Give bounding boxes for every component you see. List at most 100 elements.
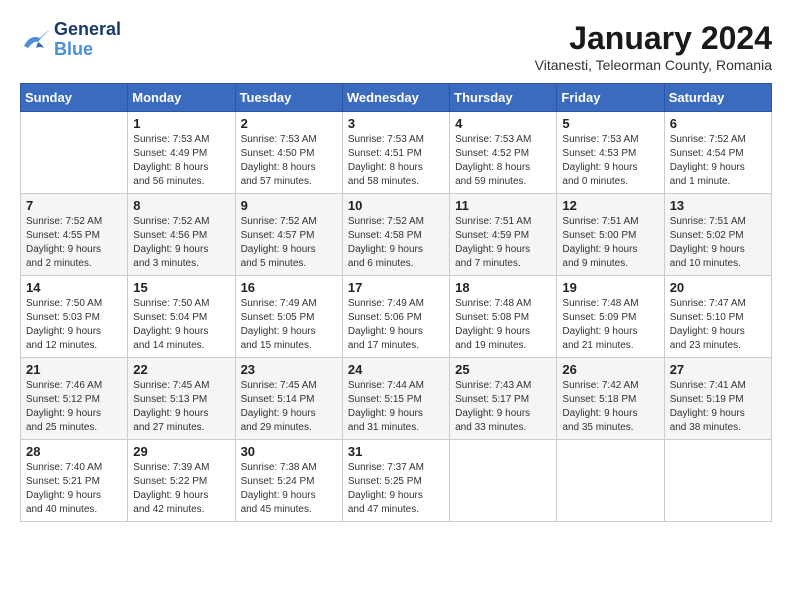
day-info: Sunrise: 7:53 AM Sunset: 4:52 PM Dayligh… — [455, 133, 551, 189]
day-number: 13 — [670, 198, 766, 213]
calendar-header-row: SundayMondayTuesdayWednesdayThursdayFrid… — [21, 84, 772, 112]
day-info: Sunrise: 7:37 AM Sunset: 5:25 PM Dayligh… — [348, 461, 444, 517]
day-info: Sunrise: 7:53 AM Sunset: 4:51 PM Dayligh… — [348, 133, 444, 189]
day-number: 29 — [133, 444, 229, 459]
page-header: GeneralBlue January 2024 Vitanesti, Tele… — [20, 20, 772, 73]
calendar-header-sunday: Sunday — [21, 84, 128, 112]
calendar-day: 14 Sunrise: 7:50 AM Sunset: 5:03 PM Dayli… — [21, 276, 128, 358]
calendar-week-4: 21 Sunrise: 7:46 AM Sunset: 5:12 PM Dayli… — [21, 358, 772, 440]
day-number: 15 — [133, 280, 229, 295]
calendar-day: 10Sunrise: 7:52 AM Sunset: 4:58 PM Dayli… — [342, 194, 449, 276]
calendar-day: 11 Sunrise: 7:51 AM Sunset: 4:59 PM Dayli… — [450, 194, 557, 276]
day-number: 31 — [348, 444, 444, 459]
calendar-day: 8Sunrise: 7:52 AM Sunset: 4:56 PM Daylig… — [128, 194, 235, 276]
day-info: Sunrise: 7:45 AM Sunset: 5:13 PM Dayligh… — [133, 379, 229, 435]
calendar-header-thursday: Thursday — [450, 84, 557, 112]
title-block: January 2024 Vitanesti, Teleorman County… — [535, 20, 772, 73]
calendar-day: 6 Sunrise: 7:52 AM Sunset: 4:54 PM Daylig… — [664, 112, 771, 194]
day-info: Sunrise: 7:50 AM Sunset: 5:03 PM Dayligh… — [26, 297, 122, 353]
calendar-day: 4 Sunrise: 7:53 AM Sunset: 4:52 PM Daylig… — [450, 112, 557, 194]
calendar-day: 13 Sunrise: 7:51 AM Sunset: 5:02 PM Dayli… — [664, 194, 771, 276]
calendar-header-tuesday: Tuesday — [235, 84, 342, 112]
day-info: Sunrise: 7:51 AM Sunset: 5:02 PM Dayligh… — [670, 215, 766, 271]
day-number: 26 — [562, 362, 658, 377]
calendar-week-5: 28Sunrise: 7:40 AM Sunset: 5:21 PM Dayli… — [21, 440, 772, 522]
day-number: 19 — [562, 280, 658, 295]
calendar-day: 28Sunrise: 7:40 AM Sunset: 5:21 PM Dayli… — [21, 440, 128, 522]
calendar-day: 20 Sunrise: 7:47 AM Sunset: 5:10 PM Dayli… — [664, 276, 771, 358]
day-number: 24 — [348, 362, 444, 377]
day-number: 7 — [26, 198, 122, 213]
day-number: 22 — [133, 362, 229, 377]
calendar-day: 21 Sunrise: 7:46 AM Sunset: 5:12 PM Dayli… — [21, 358, 128, 440]
day-number: 16 — [241, 280, 337, 295]
day-info: Sunrise: 7:49 AM Sunset: 5:05 PM Dayligh… — [241, 297, 337, 353]
calendar-header-friday: Friday — [557, 84, 664, 112]
day-info: Sunrise: 7:47 AM Sunset: 5:10 PM Dayligh… — [670, 297, 766, 353]
calendar-day: 22 Sunrise: 7:45 AM Sunset: 5:13 PM Dayli… — [128, 358, 235, 440]
logo-icon — [20, 26, 52, 54]
logo-name: GeneralBlue — [54, 20, 121, 60]
calendar-day: 12 Sunrise: 7:51 AM Sunset: 5:00 PM Dayli… — [557, 194, 664, 276]
day-info: Sunrise: 7:40 AM Sunset: 5:21 PM Dayligh… — [26, 461, 122, 517]
calendar-day: 30 Sunrise: 7:38 AM Sunset: 5:24 PM Dayli… — [235, 440, 342, 522]
calendar-day — [450, 440, 557, 522]
calendar-day: 18Sunrise: 7:48 AM Sunset: 5:08 PM Dayli… — [450, 276, 557, 358]
day-info: Sunrise: 7:53 AM Sunset: 4:53 PM Dayligh… — [562, 133, 658, 189]
day-number: 2 — [241, 116, 337, 131]
day-number: 25 — [455, 362, 551, 377]
day-info: Sunrise: 7:48 AM Sunset: 5:09 PM Dayligh… — [562, 297, 658, 353]
calendar-day: 24 Sunrise: 7:44 AM Sunset: 5:15 PM Dayli… — [342, 358, 449, 440]
day-info: Sunrise: 7:51 AM Sunset: 5:00 PM Dayligh… — [562, 215, 658, 271]
day-info: Sunrise: 7:46 AM Sunset: 5:12 PM Dayligh… — [26, 379, 122, 435]
calendar-day — [557, 440, 664, 522]
calendar-day: 29Sunrise: 7:39 AM Sunset: 5:22 PM Dayli… — [128, 440, 235, 522]
day-number: 20 — [670, 280, 766, 295]
day-number: 4 — [455, 116, 551, 131]
calendar-day: 26 Sunrise: 7:42 AM Sunset: 5:18 PM Dayli… — [557, 358, 664, 440]
day-info: Sunrise: 7:51 AM Sunset: 4:59 PM Dayligh… — [455, 215, 551, 271]
day-info: Sunrise: 7:53 AM Sunset: 4:49 PM Dayligh… — [133, 133, 229, 189]
day-number: 23 — [241, 362, 337, 377]
day-number: 21 — [26, 362, 122, 377]
day-number: 17 — [348, 280, 444, 295]
calendar-day: 9 Sunrise: 7:52 AM Sunset: 4:57 PM Daylig… — [235, 194, 342, 276]
day-number: 14 — [26, 280, 122, 295]
day-info: Sunrise: 7:52 AM Sunset: 4:54 PM Dayligh… — [670, 133, 766, 189]
day-info: Sunrise: 7:44 AM Sunset: 5:15 PM Dayligh… — [348, 379, 444, 435]
day-number: 11 — [455, 198, 551, 213]
calendar-header-monday: Monday — [128, 84, 235, 112]
calendar-header-saturday: Saturday — [664, 84, 771, 112]
calendar-day: 25 Sunrise: 7:43 AM Sunset: 5:17 PM Dayli… — [450, 358, 557, 440]
day-number: 9 — [241, 198, 337, 213]
calendar-week-3: 14 Sunrise: 7:50 AM Sunset: 5:03 PM Dayli… — [21, 276, 772, 358]
day-number: 27 — [670, 362, 766, 377]
day-info: Sunrise: 7:41 AM Sunset: 5:19 PM Dayligh… — [670, 379, 766, 435]
calendar-day: 2 Sunrise: 7:53 AM Sunset: 4:50 PM Daylig… — [235, 112, 342, 194]
calendar-day: 16 Sunrise: 7:49 AM Sunset: 5:05 PM Dayli… — [235, 276, 342, 358]
calendar-week-2: 7 Sunrise: 7:52 AM Sunset: 4:55 PM Daylig… — [21, 194, 772, 276]
location-subtitle: Vitanesti, Teleorman County, Romania — [535, 57, 772, 73]
day-info: Sunrise: 7:53 AM Sunset: 4:50 PM Dayligh… — [241, 133, 337, 189]
calendar-table: SundayMondayTuesdayWednesdayThursdayFrid… — [20, 83, 772, 522]
day-info: Sunrise: 7:38 AM Sunset: 5:24 PM Dayligh… — [241, 461, 337, 517]
calendar-day: 23 Sunrise: 7:45 AM Sunset: 5:14 PM Dayli… — [235, 358, 342, 440]
day-number: 12 — [562, 198, 658, 213]
calendar-day: 15Sunrise: 7:50 AM Sunset: 5:04 PM Dayli… — [128, 276, 235, 358]
day-number: 3 — [348, 116, 444, 131]
calendar-day — [664, 440, 771, 522]
calendar-day: 1Sunrise: 7:53 AM Sunset: 4:49 PM Daylig… — [128, 112, 235, 194]
day-number: 30 — [241, 444, 337, 459]
day-info: Sunrise: 7:45 AM Sunset: 5:14 PM Dayligh… — [241, 379, 337, 435]
day-number: 18 — [455, 280, 551, 295]
calendar-day: 19 Sunrise: 7:48 AM Sunset: 5:09 PM Dayli… — [557, 276, 664, 358]
day-info: Sunrise: 7:52 AM Sunset: 4:55 PM Dayligh… — [26, 215, 122, 271]
day-number: 10 — [348, 198, 444, 213]
calendar-header-wednesday: Wednesday — [342, 84, 449, 112]
day-number: 5 — [562, 116, 658, 131]
calendar-day: 31 Sunrise: 7:37 AM Sunset: 5:25 PM Dayli… — [342, 440, 449, 522]
day-number: 6 — [670, 116, 766, 131]
day-info: Sunrise: 7:42 AM Sunset: 5:18 PM Dayligh… — [562, 379, 658, 435]
day-info: Sunrise: 7:43 AM Sunset: 5:17 PM Dayligh… — [455, 379, 551, 435]
day-info: Sunrise: 7:52 AM Sunset: 4:57 PM Dayligh… — [241, 215, 337, 271]
